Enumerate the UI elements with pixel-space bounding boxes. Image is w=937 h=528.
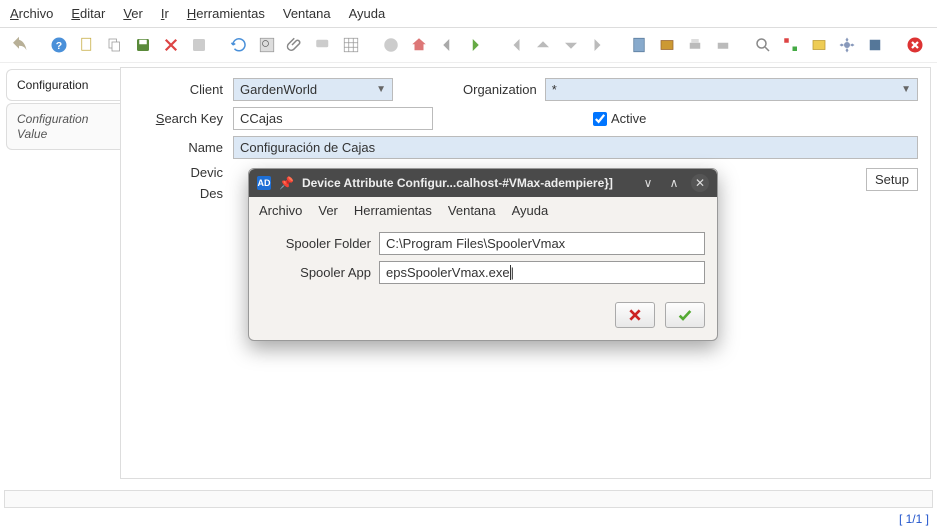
dialog-body: Spooler Folder C:\Program Files\SpoolerV… bbox=[249, 224, 717, 294]
refresh-icon[interactable] bbox=[228, 34, 250, 56]
lookup-icon[interactable] bbox=[256, 34, 278, 56]
chevron-down-icon: ▼ bbox=[376, 84, 386, 95]
dlg-menu-ver[interactable]: Ver bbox=[318, 203, 338, 218]
first-icon[interactable] bbox=[504, 34, 526, 56]
menu-editar[interactable]: Editar bbox=[71, 6, 105, 21]
device-label: Devic bbox=[133, 165, 223, 180]
ok-button[interactable] bbox=[665, 302, 705, 328]
dlg-menu-ayuda[interactable]: Ayuda bbox=[512, 203, 549, 218]
menu-ayuda[interactable]: Ayuda bbox=[349, 6, 386, 21]
workflow-icon[interactable] bbox=[780, 34, 802, 56]
main-menubar: Archivo Editar Ver Ir Herramientas Venta… bbox=[0, 0, 937, 28]
back-icon[interactable] bbox=[436, 34, 458, 56]
down-icon[interactable] bbox=[560, 34, 582, 56]
tabs-column: Configuration Configuration Value bbox=[0, 63, 120, 483]
description-label: Des bbox=[133, 186, 223, 201]
device-attribute-dialog: AD 📌 Device Attribute Configur...calhost… bbox=[248, 168, 718, 341]
client-field[interactable]: GardenWorld▼ bbox=[233, 78, 393, 101]
new-icon[interactable] bbox=[76, 34, 98, 56]
tab-configuration[interactable]: Configuration bbox=[6, 69, 120, 101]
bottom-toolbar bbox=[4, 490, 933, 508]
status-record-count: [ 1/1 ] bbox=[899, 512, 929, 526]
setup-button[interactable]: Setup bbox=[866, 168, 918, 191]
client-label: Client bbox=[133, 82, 223, 97]
history-icon[interactable] bbox=[380, 34, 402, 56]
close-dialog-icon[interactable]: ✕ bbox=[691, 174, 709, 192]
menu-ver[interactable]: Ver bbox=[123, 6, 143, 21]
product-icon[interactable] bbox=[864, 34, 886, 56]
name-field[interactable]: Configuración de Cajas bbox=[233, 136, 918, 159]
spooler-folder-field[interactable]: C:\Program Files\SpoolerVmax bbox=[379, 232, 705, 255]
dialog-menubar: Archivo Ver Herramientas Ventana Ayuda bbox=[249, 197, 717, 224]
save-icon[interactable] bbox=[132, 34, 154, 56]
search-key-field[interactable]: CCajas bbox=[233, 107, 433, 130]
help-icon[interactable]: ? bbox=[48, 34, 70, 56]
minimize-icon[interactable]: ∨ bbox=[639, 174, 657, 192]
name-label: Name bbox=[133, 140, 223, 155]
menu-archivo[interactable]: Archivo bbox=[10, 6, 53, 21]
pin-icon[interactable]: 📌 bbox=[279, 176, 294, 190]
dialog-titlebar[interactable]: AD 📌 Device Attribute Configur...calhost… bbox=[249, 169, 717, 197]
dlg-menu-herramientas[interactable]: Herramientas bbox=[354, 203, 432, 218]
report-icon[interactable] bbox=[628, 34, 650, 56]
zoom-icon[interactable] bbox=[752, 34, 774, 56]
search-key-label: Search Key bbox=[133, 111, 223, 126]
main-toolbar: ? bbox=[0, 28, 937, 63]
print-icon[interactable] bbox=[684, 34, 706, 56]
last-icon[interactable] bbox=[588, 34, 610, 56]
attachment-icon[interactable] bbox=[284, 34, 306, 56]
spooler-folder-label: Spooler Folder bbox=[261, 236, 371, 251]
organization-label: Organization bbox=[463, 82, 537, 97]
spooler-app-field[interactable]: epsSpoolerVmax.exe| bbox=[379, 261, 705, 284]
disk-icon[interactable] bbox=[188, 34, 210, 56]
grid-icon[interactable] bbox=[340, 34, 362, 56]
active-checkbox[interactable]: Active bbox=[593, 111, 646, 126]
organization-field[interactable]: *▼ bbox=[545, 78, 918, 101]
menu-ir[interactable]: Ir bbox=[161, 6, 169, 21]
maximize-icon[interactable]: ∧ bbox=[665, 174, 683, 192]
svg-text:?: ? bbox=[56, 40, 62, 52]
chevron-down-icon: ▼ bbox=[901, 84, 911, 95]
request-icon[interactable] bbox=[808, 34, 830, 56]
menu-herramientas[interactable]: Herramientas bbox=[187, 6, 265, 21]
archive-icon[interactable] bbox=[656, 34, 678, 56]
up-icon[interactable] bbox=[532, 34, 554, 56]
delete-icon[interactable] bbox=[160, 34, 182, 56]
home-icon[interactable] bbox=[408, 34, 430, 56]
chat-icon[interactable] bbox=[312, 34, 334, 56]
close-icon[interactable] bbox=[904, 34, 926, 56]
tab-configuration-value[interactable]: Configuration Value bbox=[6, 103, 120, 150]
gear-icon[interactable] bbox=[836, 34, 858, 56]
dlg-menu-ventana[interactable]: Ventana bbox=[448, 203, 496, 218]
cancel-button[interactable] bbox=[615, 302, 655, 328]
dlg-menu-archivo[interactable]: Archivo bbox=[259, 203, 302, 218]
forward-icon[interactable] bbox=[464, 34, 486, 56]
copy-icon[interactable] bbox=[104, 34, 126, 56]
undo-icon[interactable] bbox=[8, 34, 30, 56]
menu-ventana[interactable]: Ventana bbox=[283, 6, 331, 21]
dialog-actions bbox=[249, 294, 717, 340]
app-icon: AD bbox=[257, 176, 271, 190]
print2-icon[interactable] bbox=[712, 34, 734, 56]
dialog-title: Device Attribute Configur...calhost-#VMa… bbox=[302, 176, 631, 190]
spooler-app-label: Spooler App bbox=[261, 265, 371, 280]
